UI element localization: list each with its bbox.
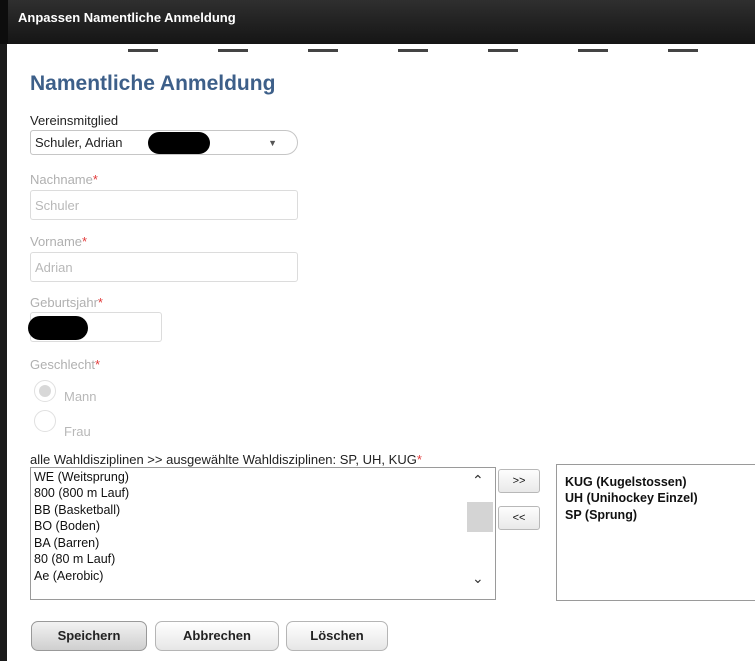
- list-item[interactable]: UH (Unihockey Einzel): [565, 491, 698, 505]
- gender-radio-mann[interactable]: [34, 380, 56, 402]
- add-discipline-button[interactable]: >>: [498, 469, 540, 493]
- list-item[interactable]: KUG (Kugelstossen): [565, 475, 687, 489]
- titlebar-decoration: [128, 40, 755, 52]
- cancel-button[interactable]: Abbrechen: [155, 621, 279, 651]
- selected-disciplines-list[interactable]: KUG (Kugelstossen) UH (Unihockey Einzel)…: [556, 464, 755, 601]
- lastname-label: Nachname*: [30, 172, 98, 187]
- disciplines-label: alle Wahldisziplinen >> ausgewählte Wahl…: [30, 452, 422, 467]
- list-item[interactable]: SP (Sprung): [565, 508, 637, 522]
- member-label: Vereinsmitglied: [30, 113, 119, 128]
- window-left-edge: [0, 44, 7, 661]
- gender-option-mann: Mann: [64, 389, 97, 404]
- remove-discipline-button[interactable]: <<: [498, 506, 540, 530]
- list-item[interactable]: BB (Basketball): [34, 503, 120, 517]
- list-item[interactable]: BO (Boden): [34, 519, 100, 533]
- gender-radio-frau[interactable]: [34, 410, 56, 432]
- form-heading: Namentliche Anmeldung: [30, 72, 276, 95]
- firstname-label: Vorname*: [30, 234, 88, 249]
- save-button[interactable]: Speichern: [31, 621, 147, 651]
- lastname-field[interactable]: Schuler: [30, 190, 298, 220]
- firstname-field[interactable]: Adrian: [30, 252, 298, 282]
- window-title: Anpassen Namentliche Anmeldung: [18, 10, 236, 25]
- scrollbar-thumb[interactable]: [467, 502, 493, 532]
- list-scrollbar[interactable]: ⌃ ⌄: [465, 468, 495, 599]
- chevron-down-icon: ▼: [268, 138, 277, 148]
- list-item[interactable]: 80 (80 m Lauf): [34, 552, 115, 566]
- delete-button[interactable]: Löschen: [286, 621, 388, 651]
- available-disciplines-list[interactable]: WE (Weitsprung) 800 (800 m Lauf) BB (Bas…: [30, 467, 496, 600]
- gender-label: Geschlecht*: [30, 357, 101, 372]
- gender-option-frau: Frau: [64, 424, 91, 439]
- list-item[interactable]: WE (Weitsprung): [34, 470, 129, 484]
- list-item[interactable]: BA (Barren): [34, 536, 99, 550]
- birthyear-label: Geburtsjahr*: [30, 295, 103, 310]
- chevron-down-icon[interactable]: ⌄: [472, 570, 484, 587]
- window-titlebar: Anpassen Namentliche Anmeldung: [0, 0, 755, 52]
- list-item[interactable]: 800 (800 m Lauf): [34, 486, 129, 500]
- redaction-mark: [148, 132, 210, 154]
- redaction-mark: [28, 316, 88, 340]
- list-item[interactable]: Ae (Aerobic): [34, 569, 103, 583]
- chevron-up-icon[interactable]: ⌃: [472, 472, 484, 489]
- member-select-value: Schuler, Adrian: [35, 135, 123, 150]
